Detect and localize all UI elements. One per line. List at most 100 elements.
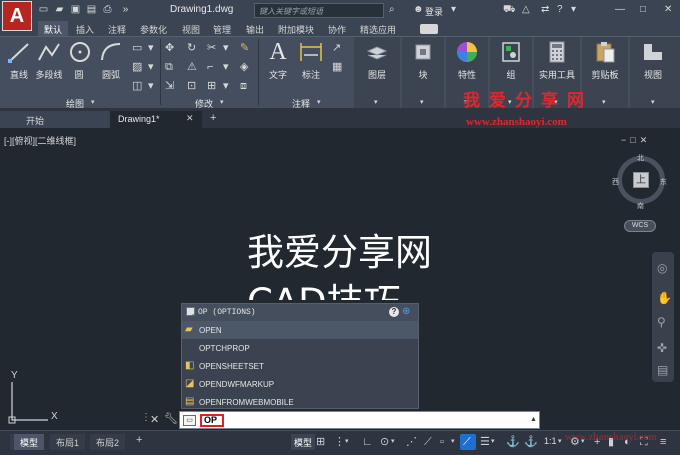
plot-icon[interactable]: ⎙ [102,4,113,15]
more-quick-access-icon[interactable]: » [120,4,131,15]
autocomplete-item[interactable]: ▤ OPENFROMWEBMOBILE [182,393,418,411]
customize-wrench-icon[interactable]: 🔧︎ [164,412,178,425]
layers-dropdown-icon[interactable]: ▾ [374,98,378,106]
hatch-dropdown-icon[interactable]: ▾ [148,61,154,73]
view-button[interactable]: 视图 [638,41,668,81]
boundary-icon[interactable]: ◫ [132,80,142,92]
rotate-icon[interactable]: ↻ [187,42,196,54]
exchange-icon[interactable]: ⇄ [541,4,549,15]
search-icon[interactable]: ⌕ [389,4,395,15]
arc-button[interactable]: 圆弧 [98,41,124,81]
cart-icon[interactable]: ⛟ [503,4,516,15]
stretch-icon[interactable]: ⇲ [165,80,174,92]
save-as-icon[interactable]: ▤ [86,4,97,15]
customization-menu-icon[interactable]: ≡ [660,436,666,448]
login-dropdown-icon[interactable]: ▾ [451,4,456,15]
draw-more-dropdown-icon[interactable]: ▾ [148,80,154,92]
view-panel[interactable]: 视图 ▾ [630,37,680,109]
block-button[interactable]: 块 [410,41,436,81]
ortho-icon[interactable]: ∟ [362,436,373,448]
rectangle-dropdown-icon[interactable]: ▾ [148,42,154,54]
compass-west[interactable]: 西 [612,177,619,187]
grid-icon[interactable]: ⊞ [316,436,325,448]
autocomplete-item[interactable]: ◪ OPENDWFMARKUP [182,375,418,393]
tab-featured-apps[interactable]: 精选应用 [360,23,396,36]
help-icon[interactable]: ? [557,4,563,15]
maximize-icon[interactable]: □ [640,4,646,15]
autocomplete-item[interactable]: ◧ OPENSHEETSET [182,357,418,375]
scale-dropdown-icon[interactable]: ▾ [558,436,562,448]
dimension-button[interactable]: 标注 [296,41,326,81]
compass-south[interactable]: 南 [637,201,644,211]
layers-panel[interactable]: 图层 ▾ [354,37,400,109]
line-button[interactable]: 直线 [6,41,32,81]
command-history-arrow-icon[interactable]: ▲ [530,416,537,423]
autocomplete-header[interactable]: ✓ OP (OPTIONS) ? ⊕ [182,304,418,321]
viewcube-top-face[interactable]: 上 [633,172,649,188]
osnap-dropdown-icon[interactable]: ▾ [451,436,455,448]
pan-icon[interactable]: ✋ [657,292,672,304]
tab-insert[interactable]: 插入 [76,23,94,36]
offset-icon[interactable]: ⧈ [240,80,247,92]
minimize-icon[interactable]: — [615,4,625,15]
tab-layout1[interactable]: 布局1 [50,434,86,450]
tab-annotate[interactable]: 注释 [108,23,126,36]
properties-button[interactable]: 特性 [453,41,481,81]
scale-icon[interactable]: ⊡ [187,80,196,92]
utilities-button[interactable]: 实用工具 [538,41,576,81]
transparency-icon[interactable]: ☰ [480,436,490,448]
fillet-dropdown-icon[interactable]: ▾ [223,61,229,73]
tab-view[interactable]: 视图 [182,23,200,36]
autocomplete-item[interactable]: ▰ OPEN [182,321,418,339]
trim-dropdown-icon[interactable]: ▾ [223,42,229,54]
explode-icon[interactable]: ◈ [240,61,248,73]
fillet-icon[interactable]: ⌐ [207,61,213,73]
layers-button[interactable]: 图层 [362,41,392,81]
open-file-icon[interactable]: ▰ [54,4,65,15]
help-icon[interactable]: ? [389,307,399,317]
login-link[interactable]: 登录 [425,5,443,18]
annotation-visibility-icon[interactable]: ⚓ [506,436,520,448]
circle-button[interactable]: 圆 [68,41,90,81]
tab-close-icon[interactable]: ✕ [186,113,194,124]
rectangle-icon[interactable]: ▭ [132,42,142,54]
array-dropdown-icon[interactable]: ▾ [223,80,229,92]
user-icon[interactable]: ☻ [413,4,424,15]
snap-icon[interactable]: ⋮ [334,436,345,448]
ribbon-toggle-icon[interactable] [420,24,438,34]
steering-wheel-icon[interactable]: ◎ [657,262,667,274]
orbit-icon[interactable]: ✜ [657,342,667,354]
otrack-icon[interactable]: ⟋ [424,436,432,448]
view-dropdown-icon[interactable]: ▾ [651,98,655,106]
model-space-toggle[interactable]: 模型 [291,434,316,450]
new-file-icon[interactable]: ▭ [38,4,49,15]
copy-icon[interactable]: ⧉ [165,61,173,73]
viewport-controls[interactable]: [-][俯视][二维线框] [4,134,76,147]
new-tab-icon[interactable]: + [210,112,216,124]
viewport-window-controls[interactable]: −□✕ [621,135,651,146]
snap-dropdown-icon[interactable]: ▾ [345,436,349,448]
tab-output[interactable]: 输出 [246,23,264,36]
showmotion-icon[interactable]: ▤ [657,364,668,376]
array-icon[interactable]: ⊞ [207,80,216,92]
command-line[interactable]: ▭ OP ▲ [179,411,540,429]
polar-dropdown-icon[interactable]: ▾ [391,436,395,448]
tab-model[interactable]: 模型 [14,434,45,450]
mirror-icon[interactable]: ⚠ [187,61,197,73]
osnap-icon[interactable]: ▫ [440,436,444,448]
help-dropdown-icon[interactable]: ▾ [571,4,576,15]
globe-search-icon[interactable]: ⊕ [402,306,410,317]
tab-manage[interactable]: 管理 [213,23,231,36]
clipboard-dropdown-icon[interactable]: ▾ [602,98,606,106]
command-prompt-icon[interactable]: ▭ [183,415,196,426]
zoom-icon[interactable]: ⚲ [657,316,666,328]
clipboard-button[interactable]: 剪贴板 [588,41,622,81]
isodraft-icon[interactable]: ⋰ [406,436,417,448]
tab-addins[interactable]: 附加模块 [278,23,314,36]
command-input[interactable]: OP [200,414,224,427]
block-panel[interactable]: 块 ▾ [402,37,444,109]
search-input[interactable]: 键入关键字或短语 [254,3,384,18]
tab-layout2[interactable]: 布局2 [90,434,126,450]
move-icon[interactable]: ✥ [165,42,174,54]
text-button[interactable]: A 文字 [265,40,291,81]
